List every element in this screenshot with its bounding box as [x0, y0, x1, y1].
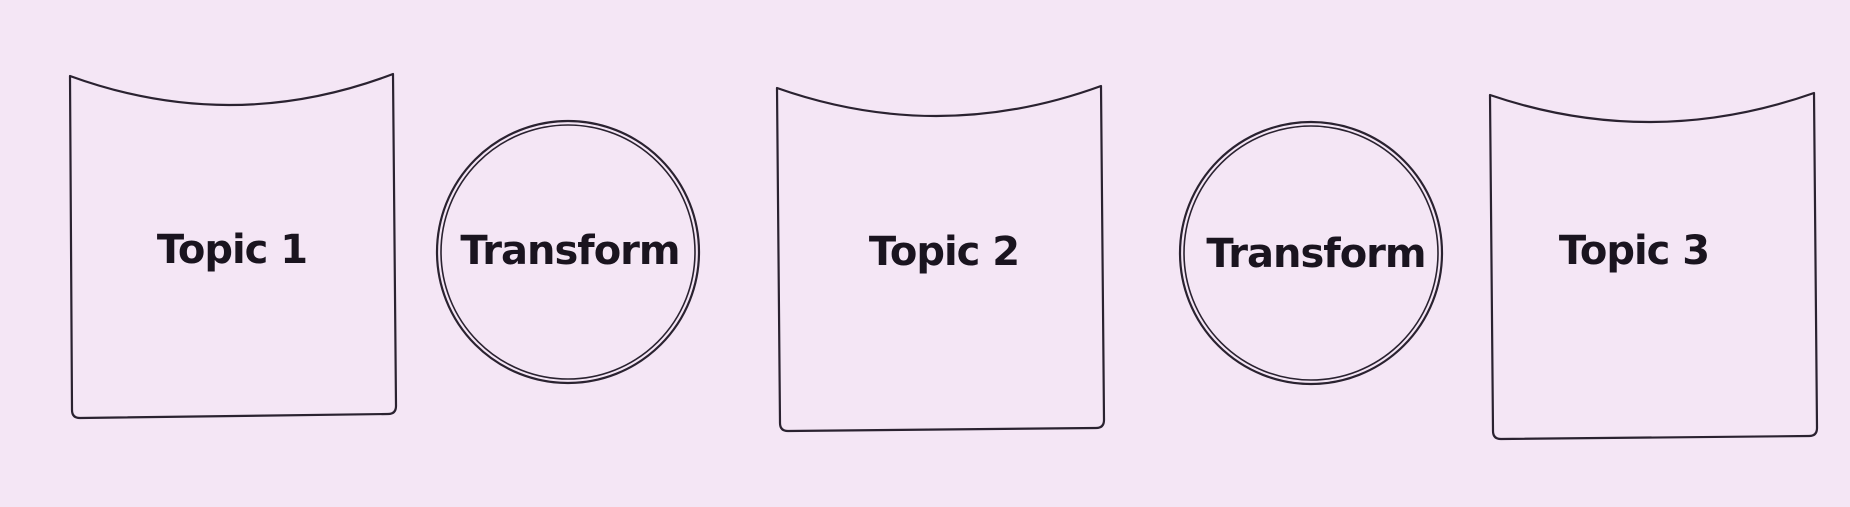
transform-2-node: Transform [1178, 120, 1444, 386]
topic-1-label: Topic 1 [157, 227, 307, 273]
topic-2-label: Topic 2 [869, 229, 1019, 275]
transform-2-label: Transform [1206, 231, 1425, 277]
transform-1-node: Transform [435, 119, 701, 385]
topic-1-node: Topic 1 [68, 72, 398, 420]
transform-1-label: Transform [460, 228, 679, 274]
topic-2-node: Topic 2 [775, 84, 1106, 433]
topic-3-node: Topic 3 [1488, 91, 1819, 441]
pipeline-diagram: Topic 1 Transform Topic 2 Transform Topi… [68, 72, 1819, 441]
topic-3-label: Topic 3 [1559, 228, 1709, 274]
